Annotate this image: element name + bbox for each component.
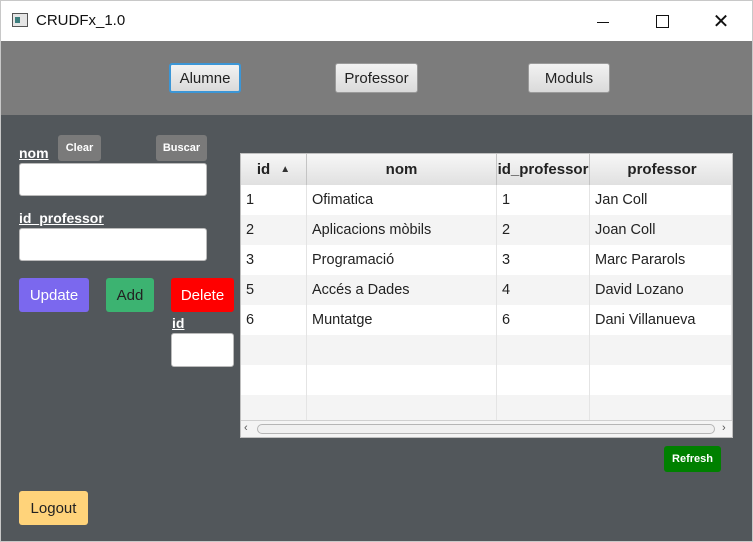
close-icon: ✕ [712, 10, 730, 33]
table-cell [241, 365, 307, 395]
id-input[interactable] [171, 333, 234, 367]
horizontal-scrollbar[interactable]: ‹ › [241, 420, 732, 437]
app-icon [12, 13, 28, 27]
table-row[interactable] [241, 335, 732, 365]
moduls-button[interactable]: Moduls [528, 63, 610, 93]
table-row[interactable]: 3 Programació 3 Marc Pararols [241, 245, 732, 275]
table-cell: Dani Villanueva [590, 305, 732, 335]
table-header: id ▲ nom id_professor professor [241, 154, 732, 186]
table-cell [497, 335, 590, 365]
table-row[interactable] [241, 365, 732, 395]
table-cell: 1 [241, 185, 307, 215]
professor-button[interactable]: Professor [335, 63, 418, 93]
table-cell: David Lozano [590, 275, 732, 305]
title-bar: CRUDFx_1.0 ✕ [1, 1, 752, 41]
app-window: CRUDFx_1.0 ✕ Alumne Professor Moduls nom… [0, 0, 753, 542]
table-row[interactable]: 1 Ofimatica 1 Jan Coll [241, 185, 732, 215]
table-cell: Programació [307, 245, 497, 275]
maximize-icon [655, 14, 669, 28]
minimize-button[interactable] [575, 1, 631, 41]
nom-input[interactable] [19, 163, 207, 196]
table-cell [590, 335, 732, 365]
clear-button[interactable]: Clear [58, 135, 101, 161]
table-cell: Accés a Dades [307, 275, 497, 305]
scroll-right-icon[interactable]: › [722, 422, 726, 434]
minimize-icon [597, 21, 609, 23]
table-cell: 6 [497, 305, 590, 335]
id-label: id [172, 315, 185, 331]
id-professor-input[interactable] [19, 228, 207, 261]
table-cell: 2 [241, 215, 307, 245]
sort-ascending-icon: ▲ [280, 164, 291, 175]
table-cell [590, 365, 732, 395]
column-header-professor[interactable]: professor [590, 154, 732, 185]
table-row[interactable]: 2 Aplicacions mòbils 2 Joan Coll [241, 215, 732, 245]
table-cell: 2 [497, 215, 590, 245]
id-professor-label: id_professor [19, 210, 104, 226]
table-cell [307, 365, 497, 395]
table-cell: Aplicacions mòbils [307, 215, 497, 245]
delete-button[interactable]: Delete [171, 278, 234, 312]
table-cell: Joan Coll [590, 215, 732, 245]
alumne-button[interactable]: Alumne [169, 63, 241, 93]
table-row[interactable]: 5 Accés a Dades 4 David Lozano [241, 275, 732, 305]
table-cell: Muntatge [307, 305, 497, 335]
refresh-button[interactable]: Refresh [664, 446, 721, 472]
table-cell [241, 335, 307, 365]
column-header-id[interactable]: id ▲ [241, 154, 307, 185]
column-header-nom[interactable]: nom [307, 154, 497, 185]
table-cell: 4 [497, 275, 590, 305]
table-cell: 3 [241, 245, 307, 275]
table-cell: Marc Pararols [590, 245, 732, 275]
nav-bar: Alumne Professor Moduls [1, 41, 752, 115]
logout-button[interactable]: Logout [19, 491, 88, 525]
modules-table: id ▲ nom id_professor professor 1 Ofimati… [240, 153, 733, 438]
table-cell: 6 [241, 305, 307, 335]
column-header-label: id [256, 161, 271, 178]
scroll-left-icon[interactable]: ‹ [244, 422, 248, 434]
table-cell: 1 [497, 185, 590, 215]
table-cell [497, 365, 590, 395]
table-cell: Jan Coll [590, 185, 732, 215]
scrollbar-thumb[interactable] [257, 424, 715, 434]
maximize-button[interactable] [634, 1, 690, 41]
table-cell: 5 [241, 275, 307, 305]
table-row[interactable]: 6 Muntatge 6 Dani Villanueva [241, 305, 732, 335]
table-cell [307, 335, 497, 365]
update-button[interactable]: Update [19, 278, 89, 312]
nom-label: nom [19, 145, 49, 161]
window-title: CRUDFx_1.0 [36, 12, 126, 29]
table-cell: 3 [497, 245, 590, 275]
table-cell: Ofimatica [307, 185, 497, 215]
close-button[interactable]: ✕ [693, 1, 749, 41]
column-header-id-professor[interactable]: id_professor [497, 154, 590, 185]
add-button[interactable]: Add [106, 278, 154, 312]
buscar-button[interactable]: Buscar [156, 135, 207, 161]
